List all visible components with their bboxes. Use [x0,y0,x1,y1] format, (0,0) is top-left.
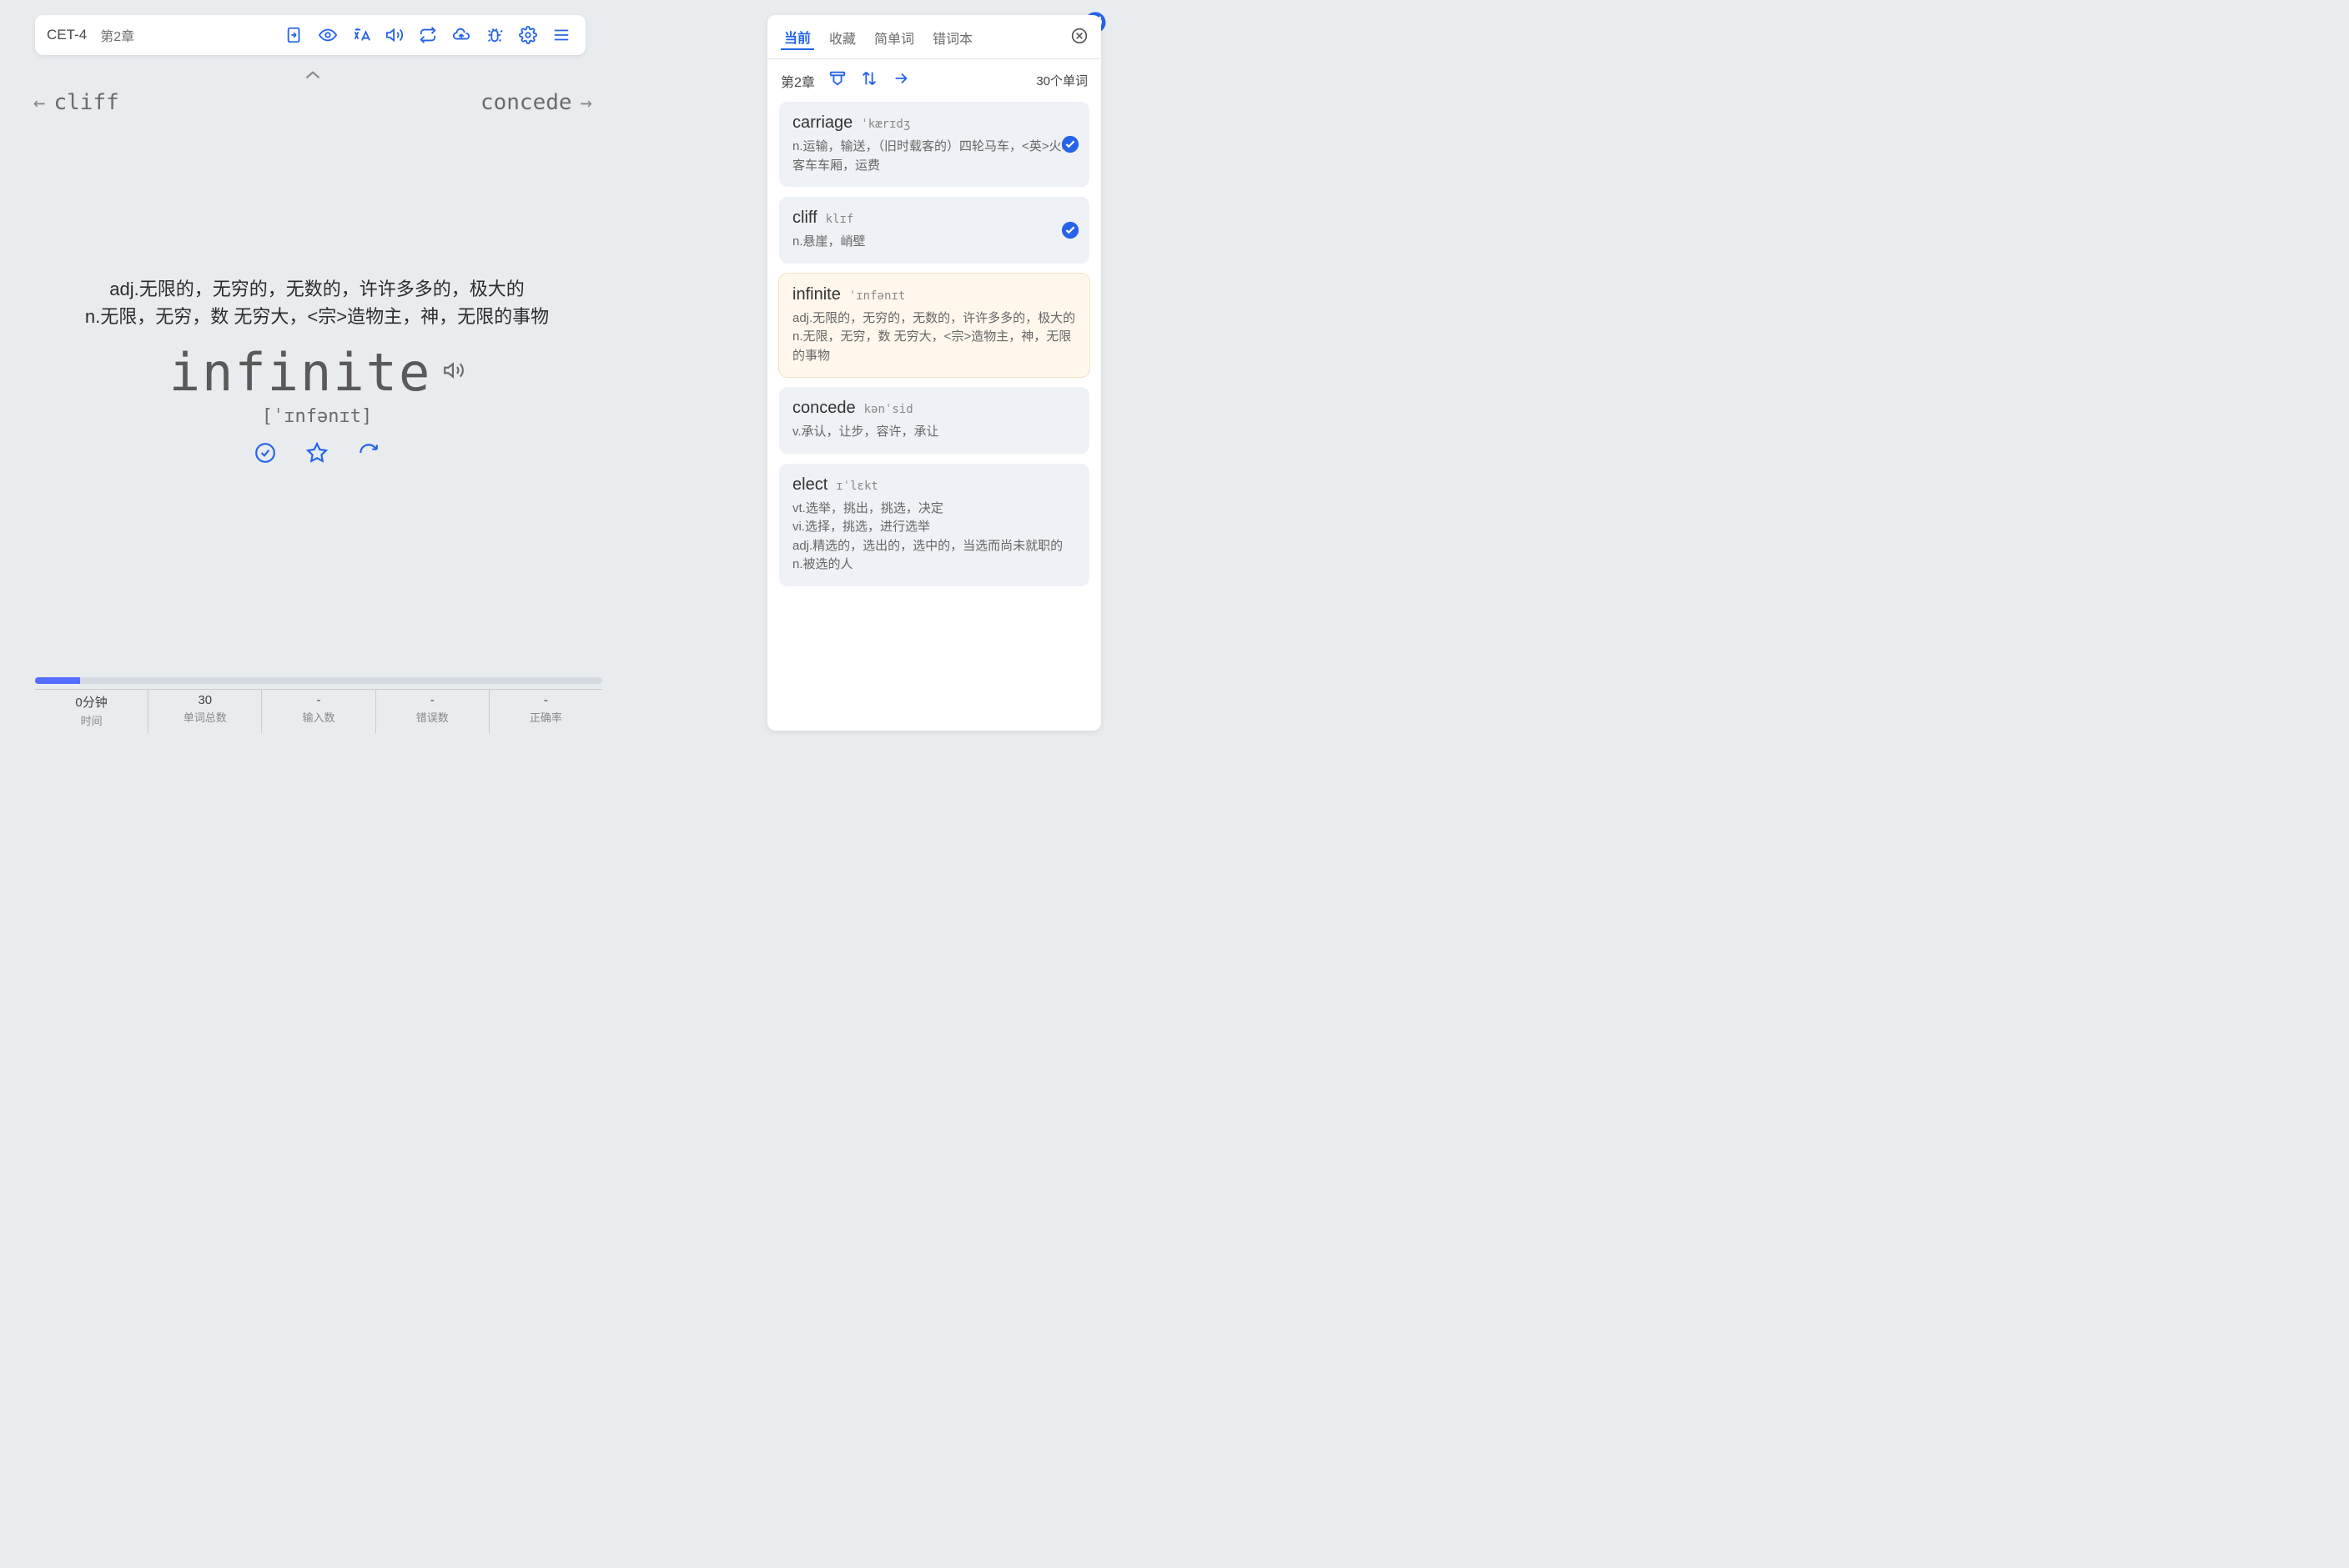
dict-name[interactable]: CET-4 [47,27,87,43]
list-word: infinite [792,285,841,304]
stat-value: - [376,693,489,707]
chapter-name[interactable]: 第2章 [100,25,134,45]
list-definition: adj.无限的，无穷的，无数的，许许多多的，极大的 n.无限，无穷，数 无穷大，… [792,309,1076,366]
menu-icon[interactable] [549,23,574,48]
stat-cell: - 正确率 [490,690,602,733]
next-word-text: concede [480,90,572,115]
cloud-icon[interactable] [449,23,474,48]
stat-label: 正确率 [490,709,602,725]
definition-line-1: adj.无限的，无穷的，无数的，许许多多的，极大的 [50,275,584,303]
prev-word-text: cliff [53,90,118,115]
loop-icon[interactable] [415,23,440,48]
list-item[interactable]: cliff klɪf n.悬崖，峭壁 [779,197,1089,264]
word-card: adj.无限的，无穷的，无数的，许许多多的，极大的 n.无限，无穷，数 无穷大，… [50,275,584,468]
list-word: cliff [792,209,817,228]
stat-label: 输入数 [262,709,375,725]
redo-icon[interactable] [358,442,380,468]
main-word: infinite [169,342,432,403]
stat-cell: - 输入数 [262,690,375,733]
stat-value: 30 [148,693,261,707]
stat-label: 错误数 [376,709,489,725]
progress-fill [35,677,80,684]
list-pronunciation: klɪf [826,213,854,226]
word-list[interactable]: carriage ˈkærɪdʒ n.运输，输送，（旧时载客的）四轮马车，<英>火车… [767,102,1101,731]
list-item[interactable]: elect ɪˈlɛkt vt.选举，挑出，挑选，决定 vi.选择，挑选，进行选举 … [779,464,1089,586]
stat-cell: 30 单词总数 [148,690,262,733]
translate-icon[interactable] [349,23,374,48]
list-word: carriage [792,113,853,133]
progress-bar [35,677,602,684]
check-circle-icon[interactable] [254,442,276,468]
speaker-icon[interactable] [443,359,465,385]
list-pronunciation: ˈkærɪdʒ [861,118,910,131]
stat-label: 单词总数 [148,709,261,725]
sidebar-chapter: 第2章 [781,71,815,91]
sidebar-tabs: 当前 收藏 简单词 错词本 [767,15,1101,59]
close-icon[interactable] [1071,28,1088,48]
import-icon[interactable] [282,23,307,48]
list-item[interactable]: infinite ˈɪnfənɪt adj.无限的，无穷的，无数的，许许多多的，极大… [779,274,1089,378]
volume-icon[interactable] [382,23,407,48]
stat-value: - [490,693,602,707]
arrow-right-icon: → [581,91,592,114]
stat-cell: 0分钟时间 [35,690,148,733]
definition-line-2: n.无限，无穷，数 无穷大，<宗>造物主，神，无限的事物 [50,303,584,330]
list-word: elect [792,475,827,495]
stat-label: 时间 [35,712,148,728]
tab-favorites[interactable]: 收藏 [826,26,859,49]
list-word: concede [792,399,856,418]
list-item[interactable]: carriage ˈkærɪdʒ n.运输，输送，（旧时载客的）四轮马车，<英>火车… [779,102,1089,187]
stats-bar: 0分钟时间30单词总数-输入数-错误数-正确率 [35,677,602,733]
prev-word[interactable]: ← cliff [33,90,119,115]
arrow-right-icon[interactable] [892,69,910,92]
tab-easy[interactable]: 简单词 [871,26,918,49]
sidebar: 当前 收藏 简单词 错词本 第2章 30个单词 carriage ˈkærɪdʒ n… [767,15,1101,731]
arrow-left-icon: ← [33,91,45,114]
star-icon[interactable] [306,442,328,468]
chevron-up-icon[interactable] [300,67,325,83]
list-pronunciation: ɪˈlɛkt [836,480,878,493]
list-definition: v.承认，让步，容许，承让 [792,423,1076,442]
list-pronunciation: ˈɪnfənɪt [849,289,905,303]
sort-icon[interactable] [860,69,878,92]
stat-value: 0分钟 [35,693,148,711]
stat-value: - [262,693,375,707]
phonetic: [ˈɪnfənɪt] [50,406,584,427]
check-icon [1061,135,1079,153]
stat-cell: - 错误数 [376,690,490,733]
word-count: 30个单词 [1036,72,1088,89]
list-item[interactable]: concede kənˈsid v.承认，让步，容许，承让 [779,387,1089,454]
list-pronunciation: kənˈsid [864,403,913,416]
gear-icon[interactable] [516,23,541,48]
filter-icon[interactable] [828,69,847,92]
tab-current[interactable]: 当前 [781,25,814,50]
list-definition: vt.选举，挑出，挑选，决定 vi.选择，挑选，进行选举 adj.精选的，选出的… [792,500,1076,575]
eye-icon[interactable] [315,23,340,48]
bug-icon[interactable] [482,23,507,48]
check-icon [1061,221,1079,239]
list-definition: n.运输，输送，（旧时载客的）四轮马车，<英>火车客车车厢，运费 [792,138,1076,175]
next-word[interactable]: concede → [480,90,592,115]
tab-wrong[interactable]: 错词本 [929,26,976,49]
list-definition: n.悬崖，峭壁 [792,233,1076,252]
toolbar: CET-4 第2章 [35,15,586,55]
sidebar-subheader: 第2章 30个单词 [767,59,1101,102]
